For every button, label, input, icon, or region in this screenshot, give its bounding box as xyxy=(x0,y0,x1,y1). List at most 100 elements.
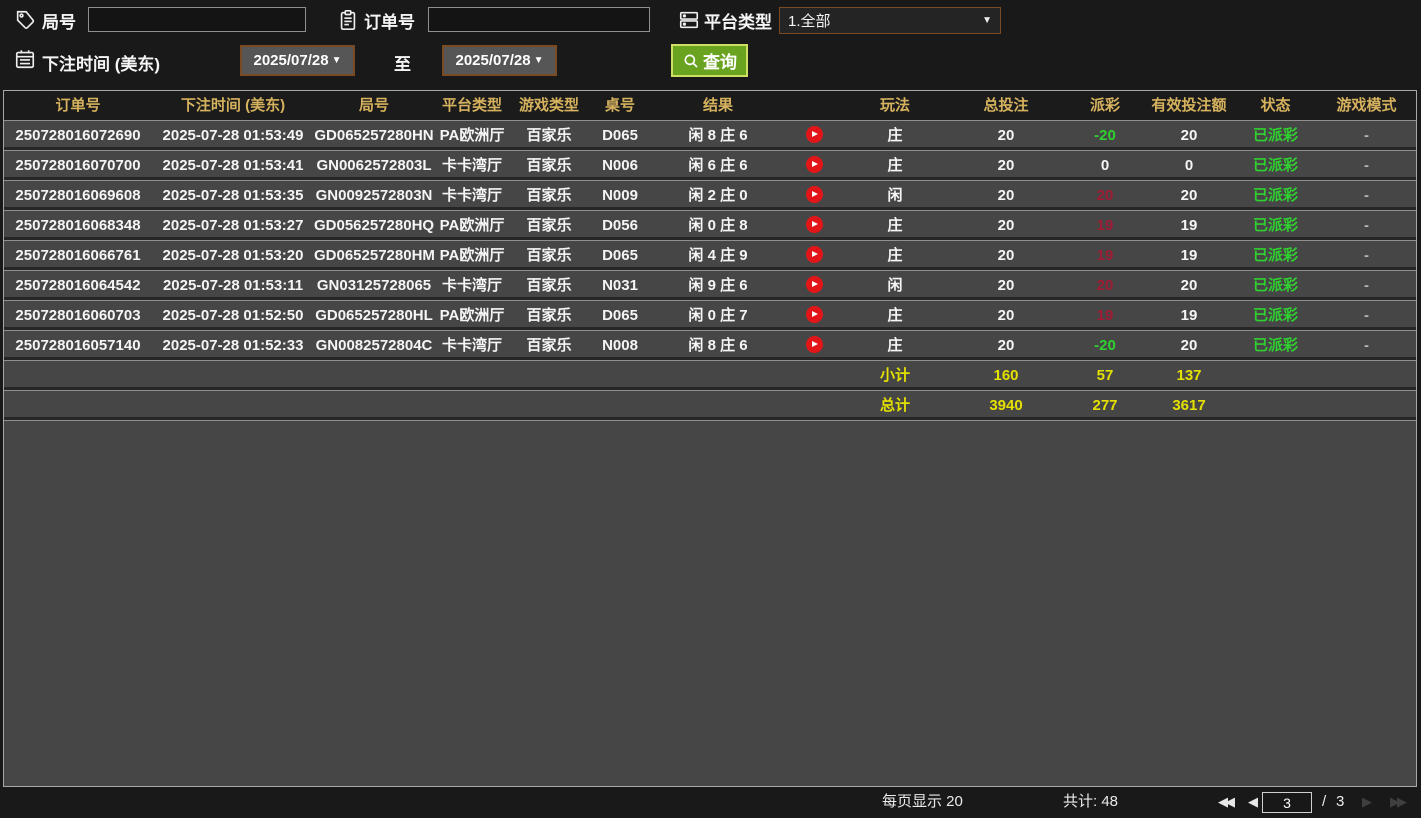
platform-type-select[interactable]: 1.全部 ▼ xyxy=(779,7,1001,34)
header-id: 订单号 xyxy=(55,96,101,114)
table-header-row: 订单号 下注时间 (美东) 局号 平台类型 游戏类型 桌号 结果 玩法 总投注 派彩 有效投注额 状态… xyxy=(4,91,1416,121)
cell-platform: PA欧洲厅 xyxy=(439,306,505,324)
subtotal-row-total: 160 xyxy=(993,366,1019,384)
cell-id: 250728016070700 xyxy=(15,156,141,174)
play-video-button[interactable] xyxy=(805,335,823,353)
play-video-button[interactable] xyxy=(805,185,823,203)
page-number-input[interactable] xyxy=(1262,792,1312,813)
cell-play xyxy=(784,153,844,179)
subtotal-row-bet: 小计 xyxy=(879,366,910,384)
cell-result: 闲 0 庄 8 xyxy=(688,216,748,234)
search-button-label: 查询 xyxy=(703,53,737,72)
play-video-button[interactable] xyxy=(805,275,823,293)
grand-total-row: 总计 3940 277 3617 xyxy=(4,391,1416,421)
order-no-input[interactable] xyxy=(428,7,650,32)
cell-total: 20 xyxy=(997,156,1015,174)
table-row: 250728016068348 2025-07-28 01:53:27 GD0562… xyxy=(4,211,1416,241)
cell-mode: - xyxy=(1364,156,1369,174)
cell-total: 20 xyxy=(997,306,1015,324)
cell-mode: - xyxy=(1364,216,1369,234)
cell-payout: -20 xyxy=(1094,126,1116,144)
play-icon xyxy=(812,191,818,198)
cell-bet: 闲 xyxy=(887,186,903,204)
cell-payout: 0 xyxy=(1100,156,1110,174)
cell-platform: 卡卡湾厅 xyxy=(441,156,502,174)
header-status: 状态 xyxy=(1260,96,1291,114)
subtotal-row: 小计 160 57 137 xyxy=(4,361,1416,391)
grand-total-row-valid: 3617 xyxy=(1172,396,1206,414)
cell-table_no: N006 xyxy=(602,156,638,174)
cell-status: 已派彩 xyxy=(1252,276,1298,294)
play-video-button[interactable] xyxy=(805,155,823,173)
table-row: 250728016069608 2025-07-28 01:53:35 GN0092… xyxy=(4,181,1416,211)
cell-table_no: D056 xyxy=(602,216,638,234)
cell-valid: 0 xyxy=(1184,156,1194,174)
cell-table_no: N008 xyxy=(602,336,638,354)
cell-mode: - xyxy=(1364,306,1369,324)
cell-play xyxy=(784,333,844,359)
bet-records-page: { "colors": { "accent_gold": "#d6b25e", … xyxy=(0,0,1421,818)
cell-status: 已派彩 xyxy=(1252,246,1298,264)
cell-bet: 庄 xyxy=(887,246,903,264)
header-game: 游戏类型 xyxy=(518,96,579,114)
cell-bet: 闲 xyxy=(887,276,903,294)
header-platform: 平台类型 xyxy=(441,96,502,114)
cell-id: 250728016064542 xyxy=(15,276,141,294)
search-button[interactable]: 查询 xyxy=(671,44,748,77)
order-no-label: 订单号 xyxy=(364,13,415,32)
calendar-icon xyxy=(14,48,36,70)
cell-result: 闲 8 庄 6 xyxy=(688,336,748,354)
play-icon xyxy=(812,311,818,318)
cell-time: 2025-07-28 01:53:11 xyxy=(162,276,304,294)
cell-game: 百家乐 xyxy=(526,276,572,294)
cell-round: GD056257280HQ xyxy=(314,216,434,234)
cell-bet: 庄 xyxy=(887,306,903,324)
round-no-input[interactable] xyxy=(88,7,306,32)
date-from-value: 2025/07/28 xyxy=(253,52,329,69)
table-empty-area xyxy=(4,421,1416,786)
cell-bet: 庄 xyxy=(887,126,903,144)
grand-total-row-bet: 总计 xyxy=(879,396,910,414)
pagination-bar: 每页显示 20 共计: 48 ◀◀ ◀ / 3 ▶ ▶▶ xyxy=(0,787,1421,818)
cell-play xyxy=(784,123,844,149)
play-icon xyxy=(812,131,818,138)
cell-play xyxy=(784,303,844,329)
prev-page-icon[interactable]: ◀ xyxy=(1248,787,1258,817)
cell-result: 闲 4 庄 9 xyxy=(688,246,748,264)
header-mode: 游戏模式 xyxy=(1336,96,1397,114)
cell-game: 百家乐 xyxy=(526,306,572,324)
cell-id: 250728016060703 xyxy=(15,306,141,324)
cell-bet: 庄 xyxy=(887,336,903,354)
cell-game: 百家乐 xyxy=(526,336,572,354)
cell-platform: 卡卡湾厅 xyxy=(441,276,502,294)
cell-id: 250728016057140 xyxy=(15,336,141,354)
date-to-value: 2025/07/28 xyxy=(455,52,531,69)
first-page-icon[interactable]: ◀◀ xyxy=(1218,787,1235,817)
cell-game: 百家乐 xyxy=(526,186,572,204)
date-from-select[interactable]: 2025/07/28 ▼ xyxy=(240,45,355,76)
grand-total-row-total: 3940 xyxy=(989,396,1023,414)
subtotal-row-valid: 137 xyxy=(1176,366,1202,384)
cell-table_no: D065 xyxy=(602,306,638,324)
cell-result: 闲 6 庄 6 xyxy=(688,156,748,174)
header-time: 下注时间 (美东) xyxy=(180,96,286,114)
play-video-button[interactable] xyxy=(805,245,823,263)
cell-payout: 20 xyxy=(1096,276,1114,294)
chevron-down-icon: ▼ xyxy=(533,55,544,66)
play-video-button[interactable] xyxy=(805,305,823,323)
chevron-down-icon: ▼ xyxy=(331,55,342,66)
total-count-label: 共计: 48 xyxy=(1063,793,1119,810)
date-to-select[interactable]: 2025/07/28 ▼ xyxy=(442,45,557,76)
play-video-button[interactable] xyxy=(805,125,823,143)
next-page-icon[interactable]: ▶ xyxy=(1362,787,1372,817)
cell-round: GD065257280HL xyxy=(315,306,433,324)
cell-valid: 20 xyxy=(1180,336,1198,354)
cell-platform: 卡卡湾厅 xyxy=(441,186,502,204)
header-result: 结果 xyxy=(702,96,733,114)
cell-platform: PA欧洲厅 xyxy=(439,216,505,234)
cell-platform: PA欧洲厅 xyxy=(439,246,505,264)
last-page-icon[interactable]: ▶▶ xyxy=(1390,787,1407,817)
cell-play xyxy=(784,273,844,299)
play-video-button[interactable] xyxy=(805,215,823,233)
cell-mode: - xyxy=(1364,246,1369,264)
